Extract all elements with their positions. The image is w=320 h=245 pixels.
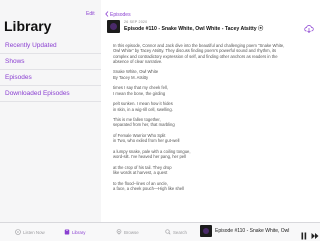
tab-library[interactable]: Library — [64, 223, 85, 241]
poem-stanza: a lumpy snake, pale with a coiling tongu… — [113, 149, 309, 160]
download-icon[interactable] — [304, 21, 314, 33]
podcast-icon — [116, 228, 122, 236]
episode-title: Episode #110 - Snake White, Owl White - … — [124, 26, 264, 32]
tab-listen-now-label: Listen Now — [23, 229, 45, 235]
episode-detail: Episodes 26 SEP 2020 Episode #110 - Snak… — [101, 0, 320, 222]
tab-listen-now[interactable]: Listen Now — [15, 223, 45, 241]
episode-artwork — [107, 20, 120, 33]
mini-player[interactable]: Episode #110 - Snake White, Owl — [200, 224, 319, 240]
description-line: absence of clear narrative. — [113, 58, 163, 64]
poem-stanza: This is me fallen together, separated fro… — [113, 117, 309, 128]
sidebar-item-episodes[interactable]: Episodes — [0, 70, 101, 86]
pause-icon[interactable] — [301, 227, 307, 240]
tab-library-label: Library — [72, 229, 86, 235]
poem-stanza: to the flood--lines of an uncle, a face, … — [113, 181, 309, 192]
poem-stanza: pelt sunken. I mean how it hides in skin,… — [113, 101, 309, 112]
poem-stanza: times I say that my cheek fell, I mean th… — [113, 85, 309, 96]
search-icon — [165, 228, 171, 236]
chevron-left-icon — [105, 11, 109, 19]
back-button[interactable]: Episodes — [105, 11, 131, 19]
play-circle-icon — [15, 228, 21, 236]
tab-search-label: Search — [173, 229, 187, 235]
episode-header: 26 SEP 2020 Episode #110 - Snake White, … — [107, 20, 315, 36]
sidebar-item-recently-updated[interactable]: Recently Updated — [0, 38, 101, 54]
tab-search[interactable]: Search — [165, 223, 187, 241]
episode-summary-paragraph: In this episode, Connor and Jack dive in… — [113, 43, 309, 64]
sidebar-item-downloaded-episodes[interactable]: Downloaded Episodes — [0, 86, 101, 102]
poem-stanza: of Female Warrior Who Split in Two, who e… — [113, 133, 309, 144]
mini-player-artwork — [200, 225, 212, 237]
sidebar-item-shows[interactable]: Shows — [0, 54, 101, 70]
description-line: in skin, in a wig-rill cell, swelling. — [113, 106, 173, 112]
back-button-label: Episodes — [110, 12, 131, 18]
description-line: I mean the bone, the girding — [113, 90, 166, 96]
description-line: By Tacey M. Atsitty — [113, 74, 149, 80]
description-line: word-silt. I've heaved her pang, her pel… — [113, 154, 186, 160]
poem-stanza: at the crop of his tail. They drop like w… — [113, 165, 309, 176]
library-sidebar: Edit Library Recently Updated Shows Epis… — [0, 0, 102, 222]
tab-browse[interactable]: Browse — [116, 223, 139, 241]
description-line: separated from her, that marbling — [113, 122, 175, 128]
description-line: like words at harvest, a quest — [113, 170, 168, 176]
skip-forward-icon[interactable] — [311, 227, 319, 239]
edit-button[interactable]: Edit — [86, 11, 95, 17]
description-line: a face, a cheek pouch—High like shell — [113, 186, 184, 192]
sidebar-title: Library — [4, 18, 52, 34]
episode-description: In this episode, Connor and Jack dive in… — [113, 43, 309, 197]
tab-browse-label: Browse — [124, 229, 139, 235]
library-icon — [64, 229, 70, 236]
mini-player-title: Episode #110 - Snake White, Owl — [215, 228, 290, 234]
poem-stanza: Snake White, Owl White By Tacey M. Atsitt… — [113, 69, 309, 80]
episode-date: 26 SEP 2020 — [124, 20, 148, 24]
description-line: in Two, who exiled from her gut-well — [113, 138, 180, 144]
